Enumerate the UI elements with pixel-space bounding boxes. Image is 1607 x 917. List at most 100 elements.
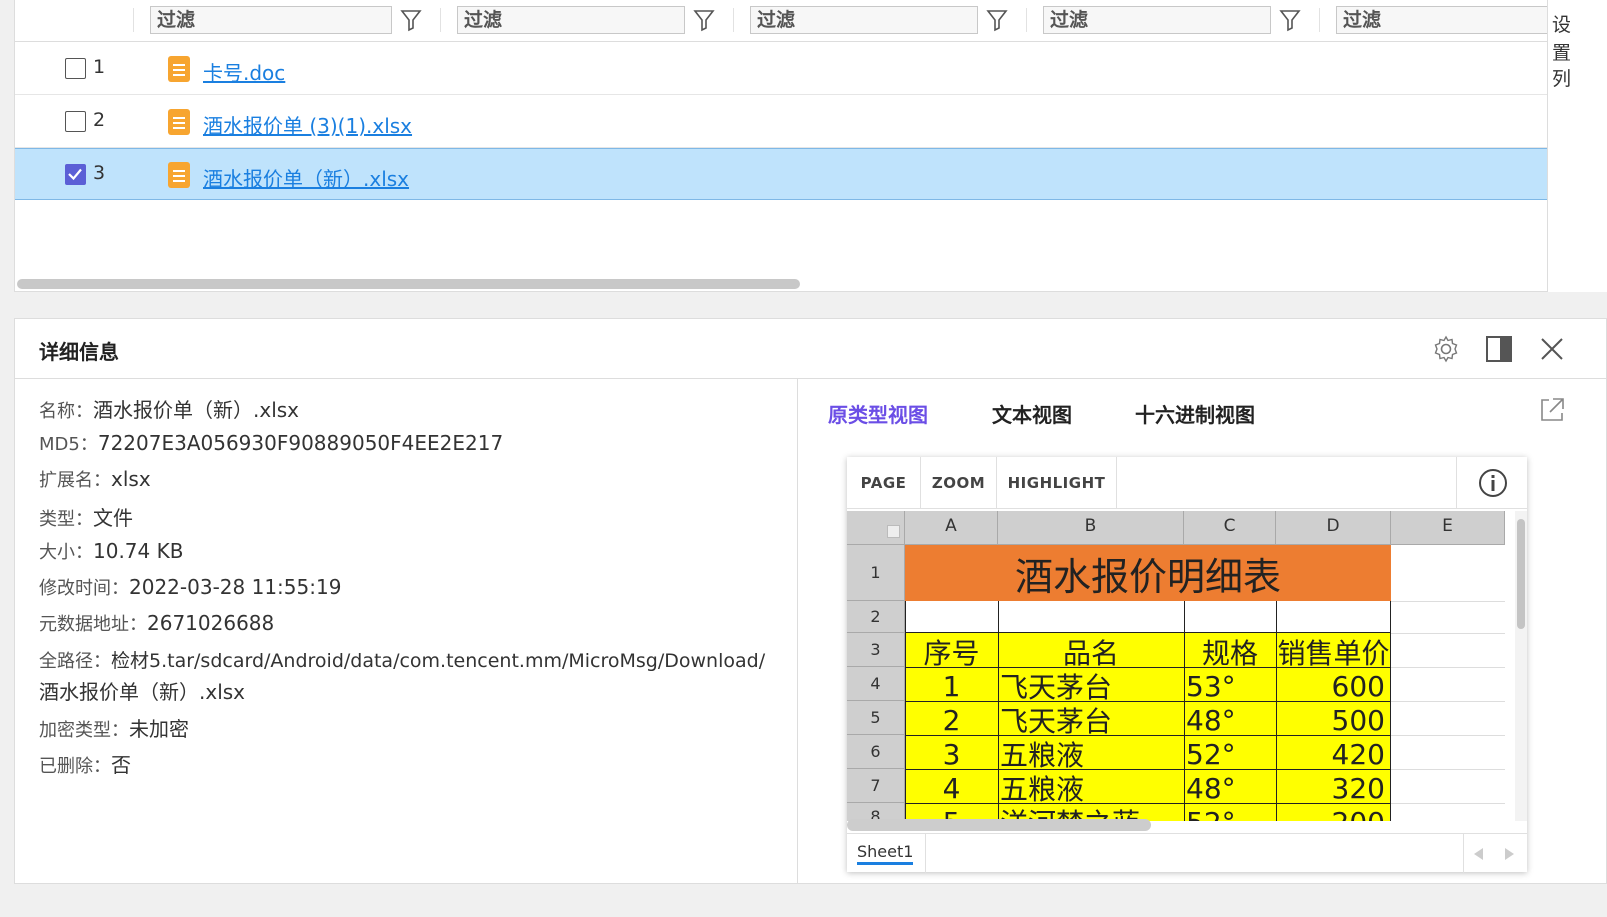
filter-icon[interactable]: [693, 8, 715, 32]
next-sheet-icon[interactable]: [1501, 846, 1517, 862]
tab-text-view[interactable]: 文本视图: [992, 399, 1072, 428]
info-key: 扩展名：: [39, 470, 111, 491]
row-header[interactable]: 4: [847, 667, 905, 701]
row-checkbox-checked[interactable]: [65, 164, 86, 185]
data-cell[interactable]: 2: [905, 703, 998, 739]
sheet-tab[interactable]: Sheet1: [857, 842, 914, 865]
table-row[interactable]: 1 卡号.doc: [15, 43, 1548, 95]
column-header[interactable]: C: [1184, 511, 1276, 545]
filter-input-4[interactable]: 过滤: [1043, 6, 1271, 34]
highlight-button[interactable]: HIGHLIGHT: [997, 457, 1117, 509]
row-header[interactable]: 6: [847, 735, 905, 769]
tab-native-view[interactable]: 原类型视图: [828, 399, 928, 428]
data-cell[interactable]: 52°: [1186, 805, 1274, 821]
info-value: 2671026688: [147, 611, 275, 635]
data-cell[interactable]: 52°: [1186, 737, 1274, 773]
table-row[interactable]: 2 酒水报价单 (3)(1).xlsx: [15, 96, 1548, 148]
info-encryption: 加密类型：未加密: [39, 713, 189, 742]
data-cell[interactable]: 48°: [1186, 703, 1274, 739]
row-header[interactable]: 1: [847, 545, 905, 601]
header-cell[interactable]: 序号: [905, 635, 998, 673]
data-cell[interactable]: 3: [905, 737, 998, 773]
preview-toolbar: PAGE ZOOM HIGHLIGHT: [847, 457, 1527, 509]
info-size: 大小：10.74 KB: [39, 538, 183, 564]
data-cell[interactable]: 320: [1278, 771, 1389, 807]
filter-icon[interactable]: [986, 8, 1008, 32]
row-header[interactable]: 7: [847, 769, 905, 803]
data-cell[interactable]: 48°: [1186, 771, 1274, 807]
select-all-corner[interactable]: [847, 511, 905, 545]
header-cell[interactable]: 品名: [998, 635, 1184, 673]
grid-line: [1391, 803, 1505, 804]
row-header[interactable]: 3: [847, 633, 905, 667]
gear-icon[interactable]: [1431, 334, 1461, 364]
info-value: 文件: [93, 506, 133, 530]
row-header[interactable]: 2: [847, 601, 905, 633]
row-header[interactable]: 5: [847, 701, 905, 735]
data-cell[interactable]: 600: [1278, 669, 1389, 705]
cell-border: [1276, 601, 1277, 633]
sheet-vertical-scrollbar[interactable]: [1517, 519, 1525, 629]
data-cell[interactable]: 420: [1278, 737, 1389, 773]
info-key: 大小：: [39, 542, 93, 563]
cell-border: [998, 601, 999, 633]
row-checkbox[interactable]: [65, 111, 86, 132]
page-button[interactable]: PAGE: [847, 457, 921, 509]
data-cell[interactable]: 53°: [1186, 669, 1274, 705]
info-key: 全路径：: [39, 651, 111, 672]
tab-separator: [925, 834, 926, 873]
row-checkbox[interactable]: [65, 58, 86, 79]
info-full-path-cont: 酒水报价单（新）.xlsx: [39, 680, 246, 704]
filter-input-5[interactable]: 过滤: [1336, 6, 1548, 34]
filter-input-3[interactable]: 过滤: [750, 6, 978, 34]
column-header[interactable]: E: [1391, 511, 1505, 545]
info-key: 已删除：: [39, 756, 111, 777]
header-cell[interactable]: 销售单价: [1276, 635, 1391, 673]
column-header[interactable]: D: [1276, 511, 1391, 545]
prev-sheet-icon[interactable]: [1471, 846, 1487, 862]
data-cell[interactable]: 1: [905, 669, 998, 705]
filter-input-2[interactable]: 过滤: [457, 6, 685, 34]
zoom-button[interactable]: ZOOM: [921, 457, 997, 509]
info-value: 10.74 KB: [93, 539, 184, 563]
horizontal-scrollbar[interactable]: [17, 279, 800, 289]
column-header[interactable]: B: [998, 511, 1184, 545]
file-name-link[interactable]: 酒水报价单（新）.xlsx: [203, 163, 409, 192]
data-cell[interactable]: 五粮液: [1000, 737, 1182, 775]
details-header: 详细信息: [15, 319, 1606, 379]
column-settings-tab[interactable]: 设 置 列: [1547, 0, 1607, 292]
info-metadata-address: 元数据地址：2671026688: [39, 610, 274, 636]
file-name-link[interactable]: 卡号.doc: [203, 57, 285, 86]
sheet-tabs-bar: Sheet1: [847, 833, 1527, 873]
table-row-selected[interactable]: 3 酒水报价单（新）.xlsx: [15, 148, 1548, 200]
info-extension: 扩展名：xlsx: [39, 466, 151, 492]
file-name-link[interactable]: 酒水报价单 (3)(1).xlsx: [203, 110, 412, 139]
tab-hex-view[interactable]: 十六进制视图: [1135, 399, 1255, 428]
sheet-title-cell[interactable]: 酒水报价明细表: [905, 549, 1391, 605]
info-value: 检材5.tar/sdcard/Android/data/com.tencent.…: [111, 650, 766, 672]
toolbar-separator: [1456, 457, 1457, 509]
data-cell[interactable]: 飞天茅台: [1000, 703, 1182, 741]
info-type: 类型：文件: [39, 502, 133, 531]
info-key: 加密类型：: [39, 720, 129, 741]
split-view-icon[interactable]: [1484, 334, 1514, 364]
filter-icon[interactable]: [400, 8, 422, 32]
data-cell[interactable]: 飞天茅台: [1000, 669, 1182, 707]
data-cell[interactable]: 4: [905, 771, 998, 807]
column-header[interactable]: A: [905, 511, 998, 545]
sheet-horizontal-scrollbar[interactable]: [847, 819, 1151, 831]
filter-icon[interactable]: [1279, 8, 1301, 32]
check-icon: [68, 168, 82, 181]
data-cell[interactable]: 五粮液: [1000, 771, 1182, 809]
open-external-icon[interactable]: [1537, 395, 1567, 425]
close-icon[interactable]: [1537, 334, 1567, 364]
row-index: 3: [93, 162, 106, 184]
data-cell[interactable]: 200: [1278, 805, 1389, 821]
info-key: 名称：: [39, 401, 93, 422]
info-icon[interactable]: [1477, 467, 1509, 499]
filter-input-1[interactable]: 过滤: [150, 6, 392, 34]
header-cell[interactable]: 规格: [1184, 635, 1276, 673]
data-cell[interactable]: 500: [1278, 703, 1389, 739]
cell-border: [1184, 601, 1185, 633]
info-name: 名称：酒水报价单（新）.xlsx: [39, 394, 299, 423]
